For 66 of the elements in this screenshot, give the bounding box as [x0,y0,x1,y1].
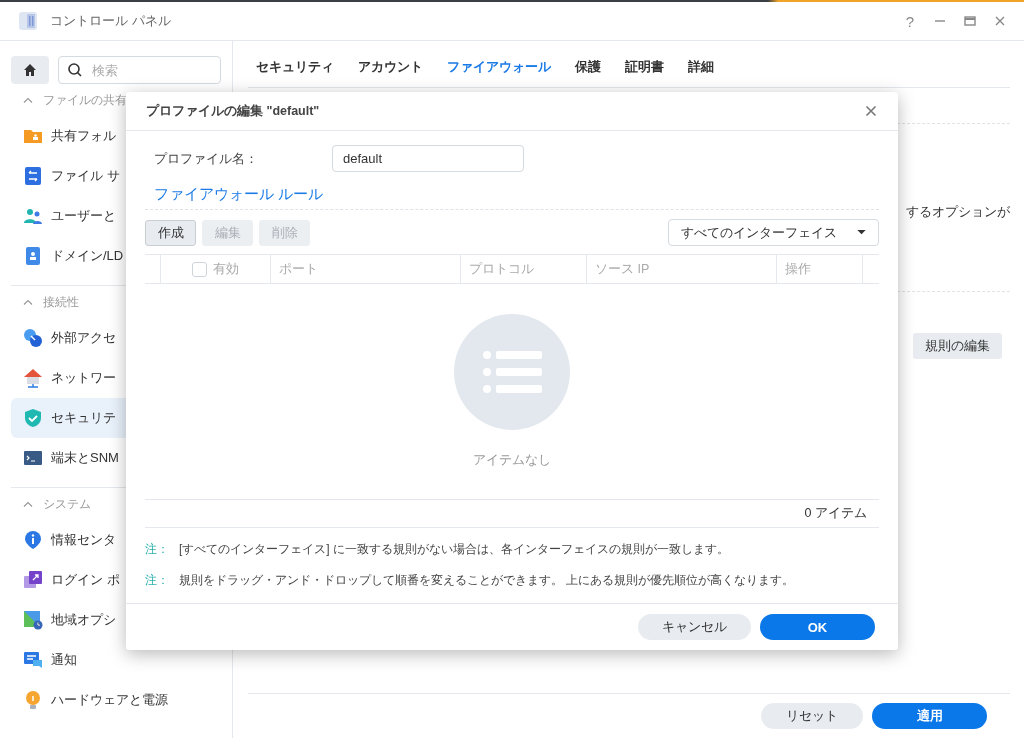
note-label: 注： [145,572,169,589]
sidebar-item[interactable]: ネットワー [11,358,221,398]
reset-button[interactable]: リセット [761,703,863,729]
note-text: [すべてのインターフェイス] に一致する規則がない場合は、各インターフェイスの規則が一致します。 [179,541,729,558]
help-button[interactable]: ? [904,12,916,30]
profile-name-field[interactable]: default [332,145,524,172]
column-header: 有効 [213,260,239,278]
section-heading: ファイアウォール ルール [153,185,325,204]
tab[interactable]: ファイアウォール [447,59,551,76]
link-icon [23,328,43,348]
app-icon [18,11,38,31]
column-header: ポート [279,260,318,278]
cancel-button[interactable]: キャンセル [638,614,751,640]
light-bulb-icon [23,690,43,710]
column-header: ソース IP [595,260,650,278]
users-icon [23,206,43,226]
checkbox[interactable] [192,261,207,277]
note-text: 規則をドラッグ・アンド・ドロップして順番を変えることができます。 上にある規則が優先順位が高くなります。 [179,572,795,589]
search-field[interactable]: 検索 [58,56,221,84]
field-label: プロファイル名： [154,149,259,168]
column-header: プロトコル [469,260,534,278]
chevron-icon[interactable] [23,97,33,103]
item-count: 0 アイテム [804,505,867,522]
chevron-icon[interactable] [23,299,33,305]
tab[interactable]: アカウント [358,59,423,76]
dialog-title: プロファイルの編集 "default" [146,102,320,120]
empty-message: アイテムなし [473,452,551,469]
column-header: 操作 [785,260,811,278]
tab[interactable]: 保護 [575,59,601,76]
tab[interactable]: セキュリティ [256,59,334,76]
ok-button[interactable]: OK [760,614,875,640]
login-icon [23,570,43,590]
sidebar-item[interactable]: ハードウェアと電源 [11,680,221,720]
search-icon [67,62,83,78]
chevron-icon[interactable] [23,501,33,507]
sidebar-item[interactable]: 通知 [11,640,221,680]
section-title: ファイルの共有 [43,91,127,109]
chat-icon [23,650,43,670]
tab[interactable]: 証明書 [625,59,664,76]
info-pin-icon [23,530,43,550]
close-icon[interactable] [865,105,877,117]
home-icon [23,63,37,77]
home-button[interactable] [11,56,49,84]
close-icon[interactable] [994,15,1006,27]
section-title: 接続性 [43,293,79,311]
note-label: 注： [145,541,169,558]
toolbar-button[interactable]: 作成 [145,219,196,246]
edit-rules-button[interactable]: 規則の編集 [913,333,1002,359]
map-clock-icon [23,610,43,630]
sidebar-item[interactable]: 地域オプシ [11,600,221,640]
file-transfer-icon [23,166,43,186]
sidebar-item[interactable]: 端末とSNM [11,438,221,478]
maximize-icon[interactable] [964,15,976,27]
sidebar-item[interactable]: 外部アクセ [11,318,221,358]
id-card-icon [23,246,43,266]
shield-icon [23,408,43,428]
interface-dropdown[interactable]: すべてのインターフェイス [668,219,879,246]
section-title: システム [43,495,91,513]
window-title: コントロール パネル [50,12,171,30]
house-icon [23,368,43,388]
apply-button[interactable]: 適用 [872,703,987,729]
caret-icon [857,230,866,235]
terminal-icon [23,448,43,468]
description-text: するオプションが [906,203,1010,221]
tab[interactable]: 詳細 [688,59,714,76]
list-icon [454,314,570,430]
